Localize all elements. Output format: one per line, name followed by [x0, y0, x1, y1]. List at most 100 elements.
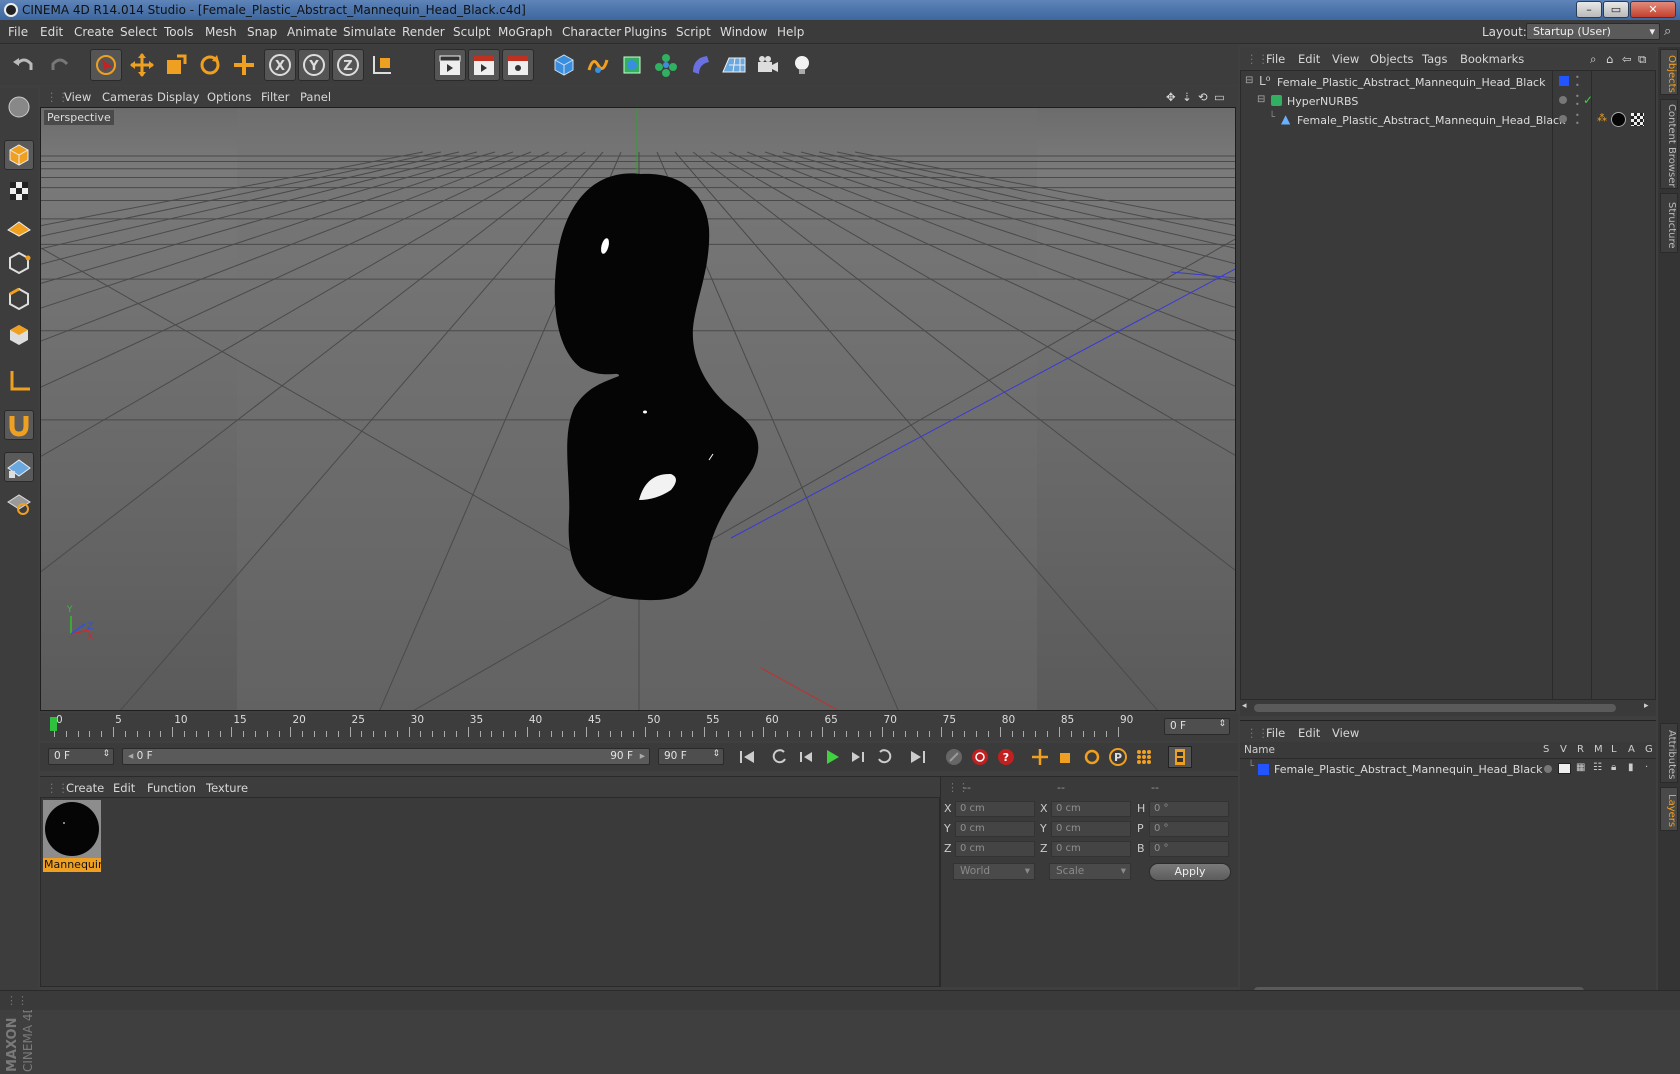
layer-row[interactable]: └ Female_Plastic_Abstract_Mannequin_Head…	[1240, 760, 1654, 779]
rotation-p-field[interactable]: 0 °	[1149, 821, 1229, 837]
add-cube-button[interactable]	[548, 49, 580, 81]
add-camera-button[interactable]	[752, 49, 784, 81]
objects-menu-view[interactable]: View	[1332, 52, 1359, 66]
viewport-camera-label[interactable]: Perspective	[44, 110, 114, 125]
menu-snap[interactable]: Snap	[247, 25, 277, 39]
new-window-icon[interactable]: ⧉	[1638, 52, 1646, 67]
menu-character[interactable]: Character	[562, 25, 621, 39]
key-pla-button[interactable]	[1132, 746, 1156, 768]
timeline-playhead[interactable]	[50, 717, 57, 731]
key-position-button[interactable]	[1028, 746, 1052, 768]
viewport-menu-filter[interactable]: Filter	[261, 90, 289, 104]
points-mode-button[interactable]	[4, 248, 34, 278]
rotation-b-field[interactable]: 0 °	[1149, 841, 1229, 857]
position-x-field[interactable]: 0 cm	[955, 801, 1035, 817]
material-name-label[interactable]: Mannequin	[43, 858, 101, 872]
object-name[interactable]: Female_Plastic_Abstract_Mannequin_Head_B…	[1297, 114, 1565, 127]
redo-button[interactable]	[44, 49, 76, 81]
locked-workplane-button[interactable]	[4, 488, 34, 518]
add-deformer-button[interactable]	[684, 49, 716, 81]
model-mode-button[interactable]	[4, 140, 34, 170]
edges-mode-button[interactable]	[4, 284, 34, 314]
apply-button[interactable]: Apply	[1149, 863, 1231, 881]
menu-select[interactable]: Select	[120, 25, 157, 39]
material-menu-function[interactable]: Function	[147, 781, 196, 795]
next-key-button[interactable]	[872, 746, 896, 768]
menu-help[interactable]: Help	[777, 25, 804, 39]
viewport-menu-cameras[interactable]: Cameras	[102, 90, 153, 104]
size-mode-dropdown[interactable]: Scale ▾	[1049, 863, 1131, 880]
visibility-dots-icon[interactable]: • •	[1575, 93, 1580, 109]
solo-column-header[interactable]: S	[1543, 744, 1549, 755]
layer-name[interactable]: Female_Plastic_Abstract_Mannequin_Head_B…	[1274, 763, 1542, 776]
menu-create[interactable]: Create	[74, 25, 114, 39]
end-frame-field[interactable]: 90 F ⇕	[658, 748, 724, 765]
objects-menu-edit[interactable]: Edit	[1298, 52, 1320, 66]
layers-tab[interactable]: Layers	[1660, 787, 1678, 831]
visibility-dots-icon[interactable]: • •	[1575, 74, 1580, 90]
menu-mograph[interactable]: MoGraph	[498, 25, 553, 39]
add-array-button[interactable]	[650, 49, 682, 81]
frame-range-slider[interactable]: ◂ 0 F 90 F ▸	[122, 748, 650, 765]
visibility-dots-icon[interactable]: • •	[1575, 112, 1580, 128]
make-editable-button[interactable]	[4, 92, 34, 122]
content-browser-tab[interactable]: Content Browser	[1660, 99, 1678, 189]
go-to-end-button[interactable]	[906, 746, 930, 768]
locked-column-header[interactable]: L	[1611, 744, 1617, 755]
object-row-mannequin-mesh[interactable]: └ ▲ Female_Plastic_Abstract_Mannequin_He…	[1241, 111, 1655, 130]
manager-toggle-icon[interactable]: ☷	[1593, 762, 1602, 773]
pan-view-icon[interactable]: ✥	[1166, 90, 1176, 104]
rotate-view-icon[interactable]: ⟲	[1198, 90, 1208, 104]
rotation-h-field[interactable]: 0 °	[1149, 801, 1229, 817]
add-light-button[interactable]	[786, 49, 818, 81]
home-icon[interactable]: ⌂	[1606, 52, 1613, 66]
material-menu-edit[interactable]: Edit	[113, 781, 135, 795]
current-frame-field[interactable]: 0 F ⇕	[1164, 718, 1230, 735]
perspective-viewport[interactable]: Perspective Y Z X	[40, 107, 1236, 711]
viewport-menu-display[interactable]: Display	[157, 90, 199, 104]
object-tree-scrollbar[interactable]: ◂ ▸	[1240, 700, 1656, 716]
objects-menu-tags[interactable]: Tags	[1422, 52, 1447, 66]
enabled-check-icon[interactable]: ✓	[1583, 93, 1593, 107]
position-y-field[interactable]: 0 cm	[955, 821, 1035, 837]
generator-toggle-icon[interactable]: ·	[1645, 762, 1648, 773]
generators-column-header[interactable]: G	[1645, 744, 1653, 755]
lock-toggle-icon[interactable]: 🔒︎	[1611, 762, 1616, 773]
axis-mode-button[interactable]	[4, 366, 34, 396]
scroll-right-icon[interactable]: ▸	[1644, 701, 1649, 711]
view-column-header[interactable]: V	[1560, 744, 1567, 755]
add-floor-button[interactable]	[718, 49, 750, 81]
viewport-menu-options[interactable]: Options	[207, 90, 251, 104]
scroll-left-icon[interactable]: ◂	[1242, 701, 1247, 711]
menu-simulate[interactable]: Simulate	[343, 25, 396, 39]
material-swatch[interactable]	[43, 800, 101, 858]
render-view-button[interactable]	[434, 49, 466, 81]
material-menu-texture[interactable]: Texture	[206, 781, 248, 795]
objects-menu-file[interactable]: File	[1266, 52, 1285, 66]
x-axis-lock-button[interactable]: X	[264, 49, 296, 81]
animation-column-header[interactable]: A	[1628, 744, 1635, 755]
key-parameter-button[interactable]: P	[1106, 746, 1130, 768]
dolly-view-icon[interactable]: ⇣	[1182, 90, 1192, 104]
key-scale-button[interactable]	[1054, 746, 1078, 768]
menu-window[interactable]: Window	[720, 25, 767, 39]
menu-animate[interactable]: Animate	[287, 25, 337, 39]
menu-plugins[interactable]: Plugins	[624, 25, 667, 39]
uvw-tag-icon[interactable]	[1631, 113, 1644, 126]
layer-color-swatch[interactable]	[1559, 76, 1569, 86]
autokeying-button[interactable]	[968, 746, 992, 768]
scale-tool[interactable]	[160, 49, 192, 81]
name-column-header[interactable]: Name	[1244, 744, 1275, 756]
render-to-picture-viewer-button[interactable]	[468, 49, 500, 81]
animation-toggle-icon[interactable]: ▮	[1628, 762, 1634, 773]
menu-sculpt[interactable]: Sculpt	[453, 25, 490, 39]
layers-menu-edit[interactable]: Edit	[1298, 726, 1320, 740]
close-button[interactable]: ✕	[1630, 1, 1676, 18]
objects-tab[interactable]: Objects	[1660, 49, 1678, 95]
live-selection-tool[interactable]	[90, 49, 122, 81]
maximize-view-icon[interactable]: ▭	[1214, 90, 1225, 104]
phong-tag-icon[interactable]: ⁂	[1597, 113, 1607, 124]
menu-script[interactable]: Script	[676, 25, 711, 39]
collapse-toggle-icon[interactable]: ⊟	[1245, 75, 1253, 86]
layout-dropdown[interactable]: Startup (User) ▾	[1526, 23, 1660, 40]
